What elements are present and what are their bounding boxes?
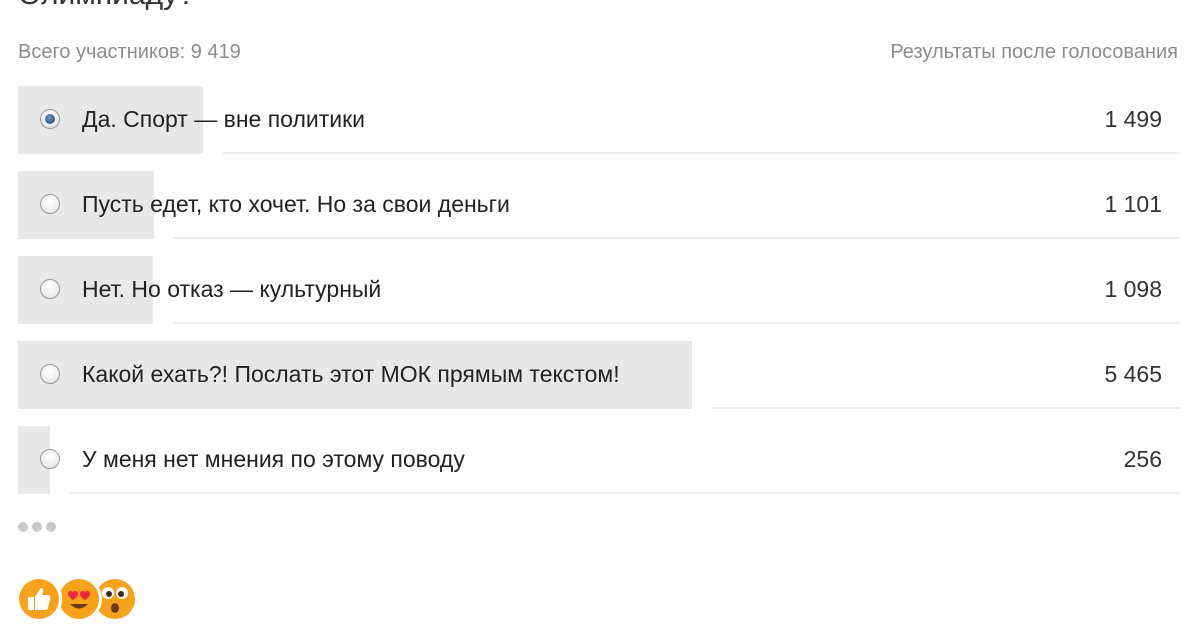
dot [32, 522, 42, 532]
poll-question: Олимпиаду? [18, 0, 195, 12]
option-divider [173, 322, 1180, 324]
option-vote-count: 1 101 [1104, 191, 1162, 217]
option-divider [174, 237, 1180, 239]
option-label: Пусть едет, кто хочет. Но за свои деньги [82, 191, 510, 217]
option-label: Да. Спорт — вне политики [82, 106, 366, 132]
option-label: Какой ехать?! Послать этот МОК прямым те… [82, 361, 620, 387]
option-label: Нет. Но отказ — культурный [82, 276, 382, 302]
poll-card: Олимпиаду? Всего участников: 9 419 Резул… [0, 0, 1200, 630]
dot [46, 522, 56, 532]
poll-option-1[interactable]: Да. Спорт — вне политики 1 499 [18, 86, 1180, 154]
option-vote-count: 5 465 [1104, 361, 1162, 387]
reactions-bar[interactable] [16, 576, 146, 624]
radio-button[interactable] [40, 364, 60, 384]
poll-options: Да. Спорт — вне политики 1 499 Пусть еде… [18, 86, 1180, 511]
heart-eyes-icon [56, 576, 102, 622]
thumbs-up-icon [16, 576, 62, 622]
option-divider [712, 407, 1180, 409]
poll-option-4[interactable]: Какой ехать?! Послать этот МОК прямым те… [18, 341, 1180, 409]
radio-button[interactable] [40, 109, 60, 129]
radio-button[interactable] [40, 194, 60, 214]
poll-option-5[interactable]: У меня нет мнения по этому поводу 256 [18, 426, 1180, 494]
poll-option-2[interactable]: Пусть едет, кто хочет. Но за свои деньги… [18, 171, 1180, 239]
option-divider [70, 492, 1180, 494]
more-dots-icon[interactable] [18, 522, 56, 532]
option-divider [223, 152, 1180, 154]
option-vote-count: 1 098 [1104, 276, 1162, 302]
option-vote-count: 1 499 [1104, 106, 1162, 132]
poll-meta: Всего участников: 9 419 Результаты после… [18, 41, 1178, 67]
poll-option-3[interactable]: Нет. Но отказ — культурный 1 098 [18, 256, 1180, 324]
dot [18, 522, 28, 532]
radio-button[interactable] [40, 449, 60, 469]
participants-count: Всего участников: 9 419 [18, 41, 241, 63]
radio-button[interactable] [40, 279, 60, 299]
option-vote-count: 256 [1123, 446, 1162, 472]
option-label: У меня нет мнения по этому поводу [82, 446, 465, 472]
results-note: Результаты после голосования [890, 41, 1178, 63]
